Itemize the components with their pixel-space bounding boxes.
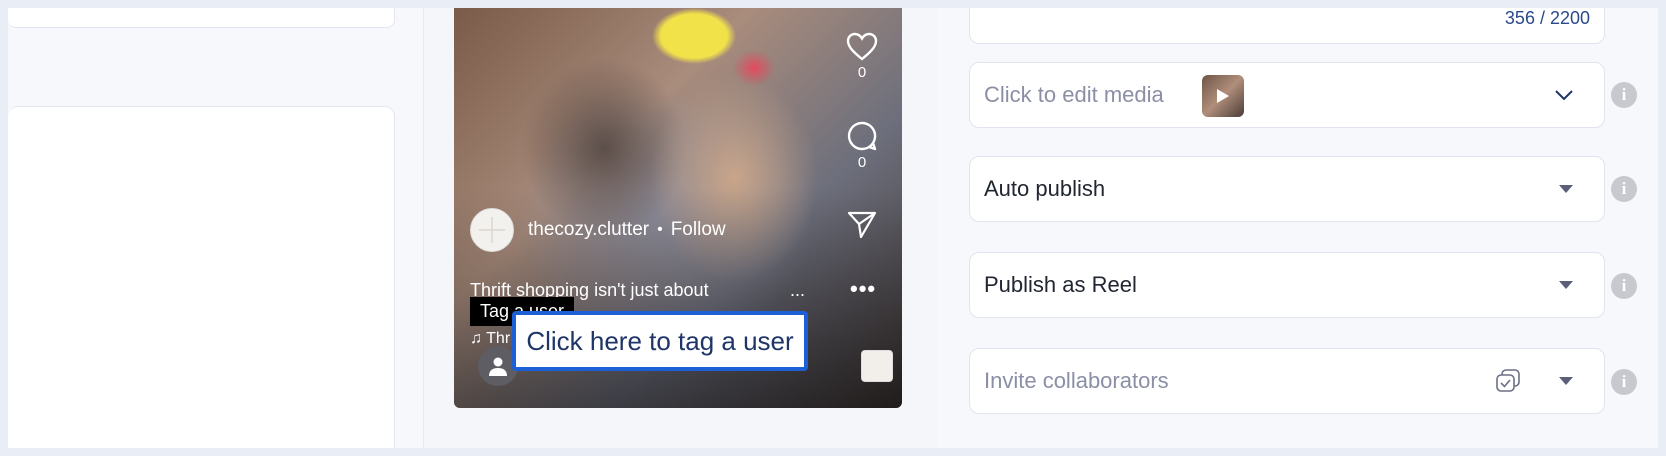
avatar [470,208,514,252]
avatar-logo-icon [479,217,505,243]
info-icon[interactable]: i [1611,369,1637,395]
audio-label: ♫ Thr [470,330,511,347]
edit-media-label: Click to edit media [984,82,1164,107]
separator-dot: • [657,221,663,238]
left-panel [8,8,424,448]
caret-down-icon [1559,377,1573,385]
like-count: 0 [857,64,867,81]
person-icon [489,357,507,376]
follow-link[interactable]: Follow [671,219,726,241]
comment-icon [847,121,877,151]
send-icon [847,211,877,239]
audio-thumbnail [861,350,893,382]
tag-user-button[interactable]: Click here to tag a user [512,311,808,371]
comment-button[interactable]: 0 [842,120,882,171]
copy-check-icon[interactable] [1494,368,1522,394]
collaborators-placeholder: Invite collaborators [984,368,1169,393]
info-icon[interactable]: i [1611,176,1637,202]
share-button[interactable] [842,208,882,240]
info-icon[interactable]: i [1611,273,1637,299]
caption-more[interactable]: ... [790,280,805,301]
preview-username: thecozy.clutter [528,219,650,240]
publish-mode-value: Auto publish [984,176,1106,201]
media-thumbnail[interactable] [1202,75,1244,117]
app-frame: 0 0 thecozy.clutter • Follow Thrift shop… [8,8,1658,448]
caption-counter: 356 / 2200 [1504,8,1590,28]
left-card-top [8,8,395,28]
publish-type-value: Publish as Reel [984,272,1137,297]
chevron-down-icon [1555,90,1573,101]
caret-down-icon [1559,185,1573,193]
edit-media-dropdown[interactable]: Click to edit media [969,62,1605,128]
comment-count: 0 [857,154,867,171]
play-icon [1217,89,1229,103]
preview-user-row: thecozy.clutter • Follow [470,208,726,252]
caret-down-icon [1559,281,1573,289]
collaborators-select[interactable]: Invite collaborators [969,348,1605,414]
like-button[interactable]: 0 [842,32,882,81]
left-card [8,106,395,448]
heart-icon [846,32,878,61]
info-icon[interactable]: i [1611,82,1637,108]
publish-mode-select[interactable]: Auto publish [969,156,1605,222]
publish-type-select[interactable]: Publish as Reel [969,252,1605,318]
more-options-button[interactable]: ••• [850,276,876,302]
caption-field[interactable]: 356 / 2200 [969,8,1605,44]
